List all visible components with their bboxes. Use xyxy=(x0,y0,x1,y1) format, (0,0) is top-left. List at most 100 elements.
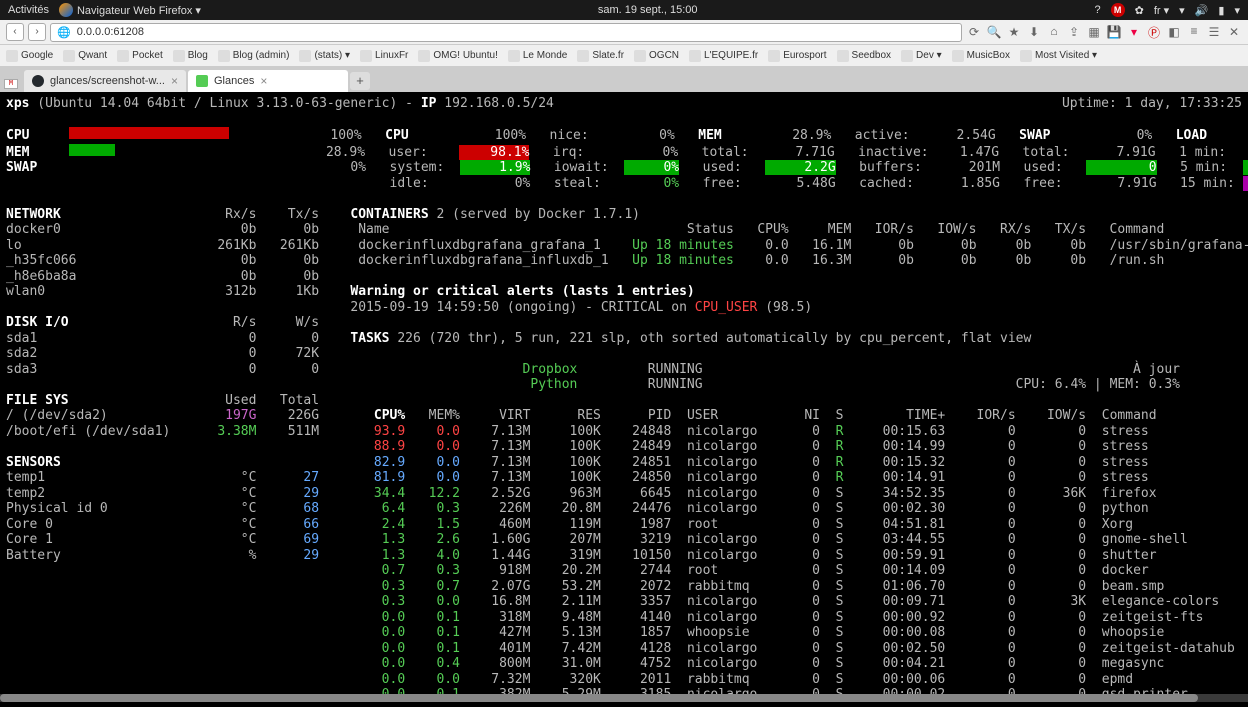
volume-icon[interactable]: 🔊 xyxy=(1195,4,1209,17)
bookmark-item[interactable]: Seedbox xyxy=(837,50,891,62)
os-top-bar: Activités Navigateur Web Firefox ▾ sam. … xyxy=(0,0,1248,20)
term-row: Core 1 °C 69 1.3 2.6 1.60G 207M 3219 nic… xyxy=(6,532,1242,548)
url-bar[interactable]: 🌐0.0.0.0:61208 xyxy=(50,23,962,42)
bookmark-item[interactable]: Blog xyxy=(173,50,208,62)
bookmark-icon xyxy=(6,50,18,62)
bookmark-icon xyxy=(117,50,129,62)
bookmark-icon xyxy=(577,50,589,62)
bookmark-item[interactable]: Qwant xyxy=(63,50,107,62)
bookmark-icon xyxy=(689,50,701,62)
term-row: 0.0 0.1 401M 7.42M 4128 nicolargo 0 S 00… xyxy=(6,641,1242,657)
network-icon[interactable]: ▾ xyxy=(1179,4,1185,17)
bookmark-item[interactable]: Google xyxy=(6,50,53,62)
bookmark-item[interactable]: OGCN xyxy=(634,50,679,62)
back-button[interactable]: ‹ xyxy=(6,23,24,41)
tab-strip: M glances/screenshot-w... × Glances × + xyxy=(0,67,1248,92)
term-row: sda2 0 72K xyxy=(6,346,1242,362)
bookmark-icon xyxy=(418,50,430,62)
term-row: Battery % 29 1.3 4.0 1.44G 319M 10150 ni… xyxy=(6,548,1242,564)
bookmark-item[interactable]: LinuxFr xyxy=(360,50,408,62)
firefox-icon xyxy=(59,3,73,17)
term-row: DISK I/O R/s W/s xyxy=(6,315,1242,331)
bookmark-icon xyxy=(768,50,780,62)
bookmark-icon xyxy=(218,50,230,62)
save-icon[interactable]: 💾 xyxy=(1106,25,1122,40)
lang-menu[interactable]: fr ▾ xyxy=(1154,4,1169,17)
pocket-icon[interactable]: ▾ xyxy=(1126,25,1142,40)
bookmark-item[interactable]: Blog (admin) xyxy=(218,50,290,62)
power-icon[interactable]: ▾ xyxy=(1234,4,1240,17)
term-row: sda1 0 0 TASKS 226 (720 thr), 5 run, 221… xyxy=(6,331,1242,347)
glances-page: xps (Ubuntu 14.04 64bit / Linux 3.13.0-6… xyxy=(0,92,1248,707)
term-row: Core 0 °C 66 2.4 1.5 460M 119M 1987 root… xyxy=(6,517,1242,533)
horizontal-scrollbar[interactable] xyxy=(0,694,1248,702)
bookmark-item[interactable]: L'EQUIPE.fr xyxy=(689,50,758,62)
activities-button[interactable]: Activités xyxy=(8,4,49,16)
bookmark-item[interactable]: Pocket xyxy=(117,50,163,62)
term-row: Python RUNNING CPU: 6.4% | MEM: 0.3% xyxy=(6,377,1242,393)
term-row: NETWORK Rx/s Tx/s CONTAINERS 2 (served b… xyxy=(6,207,1242,223)
mega-icon[interactable]: M xyxy=(1111,3,1125,17)
term-row: 0.0 0.1 318M 9.48M 4140 nicolargo 0 S 00… xyxy=(6,610,1242,626)
ext-icon[interactable]: ◧ xyxy=(1166,25,1182,40)
gmail-icon[interactable]: M xyxy=(4,79,18,89)
term-row: / (/dev/sda2) 197G 226G CPU% MEM% VIRT R… xyxy=(6,408,1242,424)
term-row: 0.0 0.4 800M 31.0M 4752 nicolargo 0 S 00… xyxy=(6,656,1242,672)
search-icon[interactable]: 🔍 xyxy=(986,25,1002,40)
help-icon[interactable]: ? xyxy=(1095,4,1101,16)
term-row: _h35fc066 0b 0b dockerinfluxdbgrafana_in… xyxy=(6,253,1242,269)
bookmark-item[interactable]: OMG! Ubuntu! xyxy=(418,50,497,62)
term-row: 0.0 0.0 7.32M 320K 2011 rabbitmq 0 S 00:… xyxy=(6,672,1242,688)
term-row: _h8e6ba8a 0b 0b xyxy=(6,269,1242,285)
term-row: 0.3 0.0 16.8M 2.11M 3357 nicolargo 0 S 0… xyxy=(6,594,1242,610)
term-row: SENSORS 82.9 0.0 7.13M 100K 24851 nicola… xyxy=(6,455,1242,471)
close-tab-icon[interactable]: × xyxy=(171,74,178,88)
forward-button[interactable]: › xyxy=(28,23,46,41)
reload-icon[interactable]: ⟳ xyxy=(966,25,982,40)
new-tab-button[interactable]: + xyxy=(350,72,370,90)
bookmark-item[interactable]: Dev ▾ xyxy=(901,50,942,62)
bookmark-icon xyxy=(63,50,75,62)
bookmark-item[interactable]: MusicBox xyxy=(952,50,1010,62)
close-icon[interactable]: ✕ xyxy=(1226,25,1242,40)
term-row: docker0 0b 0b Name Status CPU% MEM IOR/s… xyxy=(6,222,1242,238)
github-icon xyxy=(32,75,44,87)
bookmark-item[interactable]: Le Monde xyxy=(508,50,567,62)
list-icon[interactable]: ≡ xyxy=(1186,25,1202,39)
bookmark-item[interactable]: Eurosport xyxy=(768,50,826,62)
term-row: /boot/efi (/dev/sda1) 3.38M 511M 93.9 0.… xyxy=(6,424,1242,440)
tab-0[interactable]: glances/screenshot-w... × xyxy=(24,70,186,92)
pinterest-icon[interactable]: Ⓟ xyxy=(1146,24,1162,41)
bookmark-icon xyxy=(508,50,520,62)
term-row: 0.0 0.1 427M 5.13M 1857 whoopsie 0 S 00:… xyxy=(6,625,1242,641)
star-icon[interactable]: ★ xyxy=(1006,25,1022,40)
tray-icon[interactable]: ✿ xyxy=(1135,4,1144,17)
bookmark-icon xyxy=(299,50,311,62)
close-tab-icon[interactable]: × xyxy=(260,74,267,88)
bookmark-icon xyxy=(1020,50,1032,62)
tab-title: Glances xyxy=(214,75,254,87)
term-row: 0.7 0.3 918M 20.2M 2744 root 0 S 00:14.0… xyxy=(6,563,1242,579)
tab-title: glances/screenshot-w... xyxy=(50,75,165,87)
tab-1[interactable]: Glances × xyxy=(188,70,348,92)
bookmark-item[interactable]: Slate.fr xyxy=(577,50,624,62)
battery-icon[interactable]: ▮ xyxy=(1218,4,1224,17)
term-row: 88.9 0.0 7.13M 100K 24849 nicolargo 0 R … xyxy=(6,439,1242,455)
menu-icon[interactable]: ☰ xyxy=(1206,25,1222,40)
share-icon[interactable]: ⇪ xyxy=(1066,25,1082,40)
clock[interactable]: sam. 19 sept., 15:00 xyxy=(201,4,1095,16)
term-row: lo 261Kb 261Kb dockerinfluxdbgrafana_gra… xyxy=(6,238,1242,254)
globe-icon: 🌐 xyxy=(57,26,71,39)
grid-icon[interactable]: ▦ xyxy=(1086,25,1102,40)
bookmark-item[interactable]: (stats) ▾ xyxy=(299,50,350,62)
term-row: Physical id 0 °C 68 6.4 0.3 226M 20.8M 2… xyxy=(6,501,1242,517)
bookmark-icon xyxy=(901,50,913,62)
bookmarks-bar: Google Qwant Pocket Blog Blog (admin) (stats)… xyxy=(0,45,1248,67)
quicklook-row: CPU 100% CPU 100% nice: 0% MEM 28.9% act… xyxy=(6,127,1242,144)
bookmark-icon xyxy=(634,50,646,62)
download-icon[interactable]: ⬇ xyxy=(1026,25,1042,40)
scrollbar-thumb[interactable] xyxy=(0,694,1198,702)
home-icon[interactable]: ⌂ xyxy=(1046,25,1062,39)
app-menu[interactable]: Navigateur Web Firefox ▾ xyxy=(59,3,201,17)
bookmark-item[interactable]: Most Visited ▾ xyxy=(1020,50,1097,62)
